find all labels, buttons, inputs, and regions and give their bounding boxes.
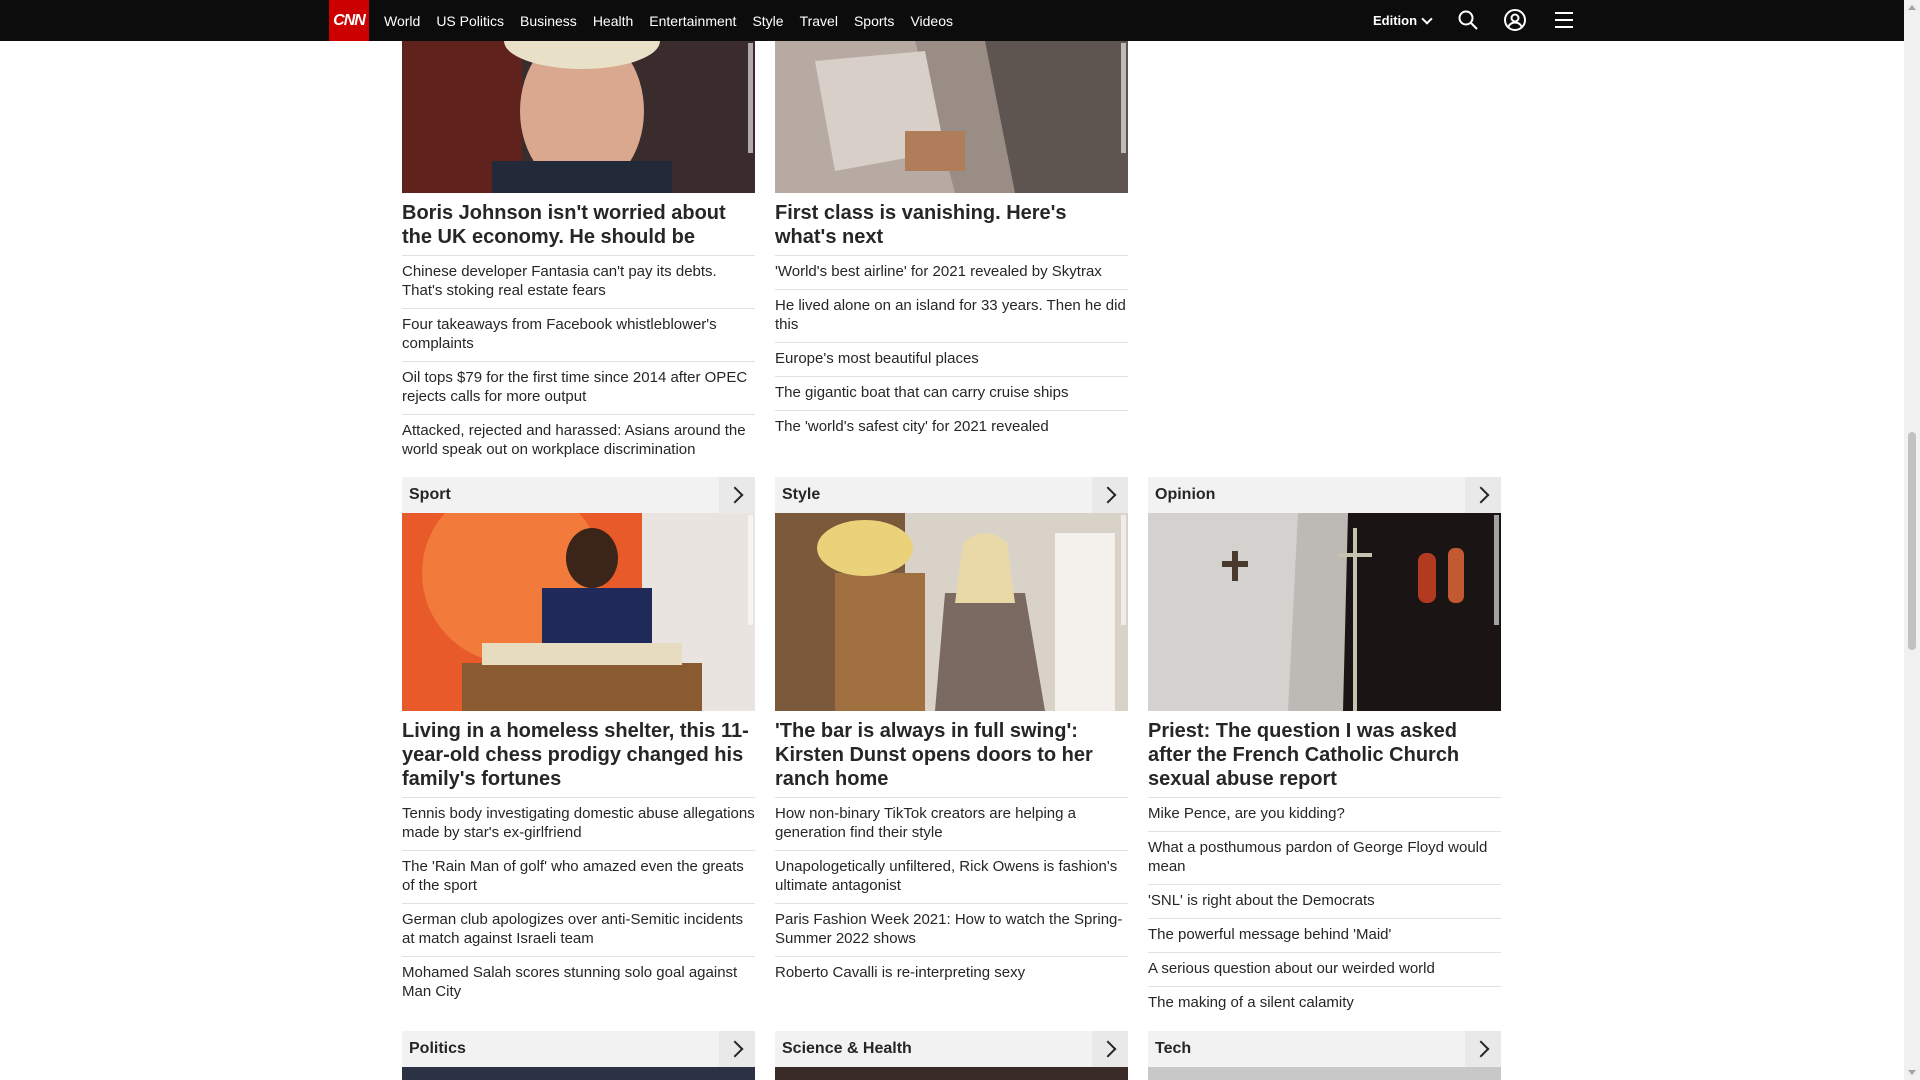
first-class-cabin-image[interactable] bbox=[775, 41, 1128, 193]
edition-dropdown[interactable]: Edition bbox=[1373, 0, 1433, 41]
section-header-politics[interactable]: Politics bbox=[402, 1031, 755, 1067]
story-link[interactable]: Paris Fashion Week 2021: How to watch th… bbox=[775, 903, 1128, 956]
chess-prodigy-image[interactable] bbox=[402, 513, 755, 711]
nav-link-sports[interactable]: Sports bbox=[854, 13, 894, 29]
chevron-down-icon bbox=[1421, 12, 1433, 25]
story-link[interactable]: German club apologizes over anti-Semitic… bbox=[402, 903, 755, 956]
nav-link-travel[interactable]: Travel bbox=[800, 13, 838, 29]
section-header-tech[interactable]: Tech bbox=[1148, 1031, 1501, 1067]
story-link[interactable]: 'SNL' is right about the Democrats bbox=[1148, 884, 1501, 918]
section-title: Sport bbox=[409, 486, 451, 503]
nav-link-world[interactable]: World bbox=[384, 13, 420, 29]
story-link[interactable]: The powerful message behind 'Maid' bbox=[1148, 918, 1501, 952]
science-health-section: Science & Health bbox=[775, 1031, 1128, 1080]
story-link[interactable]: What a posthumous pardon of George Floyd… bbox=[1148, 831, 1501, 884]
story-link[interactable]: Mohamed Salah scores stunning solo goal … bbox=[402, 956, 755, 1009]
tech-image[interactable] bbox=[1148, 1067, 1501, 1080]
story-link[interactable]: Europe's most beautiful places bbox=[775, 342, 1128, 376]
story-link[interactable]: Tennis body investigating domestic abuse… bbox=[402, 797, 755, 850]
chevron-right-icon[interactable] bbox=[1465, 1031, 1501, 1067]
section-header-opinion[interactable]: Opinion bbox=[1148, 477, 1501, 513]
nav-link-us-politics[interactable]: US Politics bbox=[436, 13, 504, 29]
page-scrollbar[interactable] bbox=[1904, 0, 1920, 1080]
story-link[interactable]: 'World's best airline' for 2021 revealed… bbox=[775, 255, 1128, 289]
nav-link-entertainment[interactable]: Entertainment bbox=[649, 13, 736, 29]
section-title: Science & Health bbox=[782, 1040, 912, 1057]
story-link[interactable]: Four takeaways from Facebook whistleblow… bbox=[402, 308, 755, 361]
edition-label: Edition bbox=[1373, 13, 1418, 28]
story-link[interactable]: Unapologetically unfiltered, Rick Owens … bbox=[775, 850, 1128, 903]
chevron-right-icon[interactable] bbox=[719, 477, 755, 513]
scrollbar-thumb[interactable] bbox=[1908, 432, 1916, 650]
opinion-section: Opinion Priest: The question I was asked… bbox=[1148, 477, 1501, 1020]
headline[interactable]: First class is vanishing. Here's what's … bbox=[775, 193, 1128, 255]
story-link[interactable]: Roberto Cavalli is re-interpreting sexy bbox=[775, 956, 1128, 990]
story-link[interactable]: The making of a silent calamity bbox=[1148, 986, 1501, 1020]
politics-section: Politics bbox=[402, 1031, 755, 1080]
tech-section: Tech bbox=[1148, 1031, 1501, 1080]
nav-link-videos[interactable]: Videos bbox=[910, 13, 953, 29]
headline[interactable]: Priest: The question I was asked after t… bbox=[1148, 711, 1501, 797]
account-icon[interactable] bbox=[1503, 8, 1527, 32]
style-section: Style 'The bar is always in full swing':… bbox=[775, 477, 1128, 990]
scroll-down-arrow-icon[interactable] bbox=[1908, 1070, 1916, 1075]
section-title: Tech bbox=[1155, 1040, 1192, 1057]
top-nav: CNN World US Politics Business Health En… bbox=[0, 0, 1904, 41]
chevron-right-icon[interactable] bbox=[1465, 477, 1501, 513]
story-link[interactable]: Oil tops $79 for the first time since 20… bbox=[402, 361, 755, 414]
headline[interactable]: Living in a homeless shelter, this 11-ye… bbox=[402, 711, 755, 797]
church-crucifix-image[interactable] bbox=[1148, 513, 1501, 711]
headline[interactable]: Boris Johnson isn't worried about the UK… bbox=[402, 193, 755, 255]
section-title: Politics bbox=[409, 1040, 466, 1057]
nav-links: World US Politics Business Health Entert… bbox=[384, 0, 953, 41]
section-header-sport[interactable]: Sport bbox=[402, 477, 755, 513]
business-column: Boris Johnson isn't worried about the UK… bbox=[402, 41, 755, 467]
story-link[interactable]: The 'Rain Man of golf' who amazed even t… bbox=[402, 850, 755, 903]
section-header-style[interactable]: Style bbox=[775, 477, 1128, 513]
story-link[interactable]: Attacked, rejected and harassed: Asians … bbox=[402, 414, 755, 467]
section-title: Style bbox=[782, 486, 821, 503]
boris-johnson-image[interactable] bbox=[402, 41, 755, 193]
cnn-logo[interactable]: CNN bbox=[329, 0, 369, 41]
story-link[interactable]: The gigantic boat that can carry cruise … bbox=[775, 376, 1128, 410]
nav-link-health[interactable]: Health bbox=[593, 13, 633, 29]
chevron-right-icon[interactable] bbox=[1092, 1031, 1128, 1067]
politics-image[interactable] bbox=[402, 1067, 755, 1080]
section-title: Opinion bbox=[1155, 486, 1216, 503]
section-header-science-health[interactable]: Science & Health bbox=[775, 1031, 1128, 1067]
menu-icon[interactable] bbox=[1552, 8, 1576, 32]
story-link[interactable]: The 'world's safest city' for 2021 revea… bbox=[775, 410, 1128, 444]
chevron-right-icon[interactable] bbox=[1092, 477, 1128, 513]
scroll-up-arrow-icon[interactable] bbox=[1908, 5, 1916, 10]
kirsten-dunst-image[interactable] bbox=[775, 513, 1128, 711]
chevron-right-icon[interactable] bbox=[719, 1031, 755, 1067]
nav-link-style[interactable]: Style bbox=[752, 13, 783, 29]
headline[interactable]: 'The bar is always in full swing': Kirst… bbox=[775, 711, 1128, 797]
story-link[interactable]: How non-binary TikTok creators are helpi… bbox=[775, 797, 1128, 850]
story-link[interactable]: He lived alone on an island for 33 years… bbox=[775, 289, 1128, 342]
sport-section: Sport Living in a homeless shelter, this… bbox=[402, 477, 755, 1009]
nav-link-business[interactable]: Business bbox=[520, 13, 577, 29]
travel-column: First class is vanishing. Here's what's … bbox=[775, 41, 1128, 444]
story-link[interactable]: Chinese developer Fantasia can't pay its… bbox=[402, 255, 755, 308]
science-health-image[interactable] bbox=[775, 1067, 1128, 1080]
search-icon[interactable] bbox=[1456, 8, 1480, 32]
story-link[interactable]: Mike Pence, are you kidding? bbox=[1148, 797, 1501, 831]
story-link[interactable]: A serious question about our weirded wor… bbox=[1148, 952, 1501, 986]
